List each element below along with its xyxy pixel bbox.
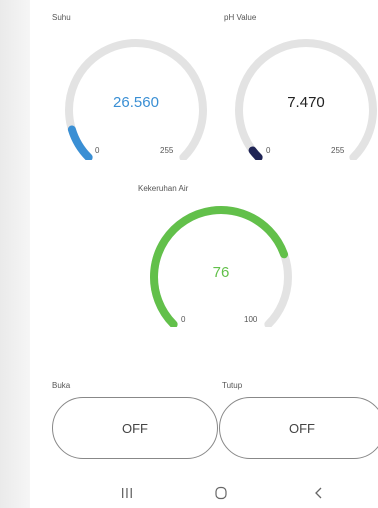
ph-max: 255 — [331, 146, 345, 155]
suhu-value: 26.560 — [113, 94, 159, 111]
tutup-state: OFF — [289, 420, 315, 436]
ph-label: pH Value — [224, 13, 257, 22]
recent-apps-icon[interactable] — [120, 486, 134, 500]
home-icon[interactable] — [214, 486, 228, 500]
side-shade — [0, 0, 30, 508]
ph-value: 7.470 — [287, 94, 325, 111]
suhu-min: 0 — [95, 146, 100, 155]
suhu-max: 255 — [160, 146, 174, 155]
back-icon[interactable] — [312, 486, 326, 500]
tutup-label: Tutup — [222, 381, 243, 390]
suhu-label: Suhu — [52, 13, 71, 22]
kekeruhan-max: 100 — [244, 315, 258, 324]
tutup-switch[interactable]: OFF — [219, 397, 378, 459]
kekeruhan-label: Kekeruhan Air — [138, 184, 189, 193]
buka-switch[interactable]: OFF — [52, 397, 218, 459]
suhu-gauge-fill — [67, 125, 93, 160]
kekeruhan-gauge — [150, 206, 292, 327]
buka-state: OFF — [122, 420, 148, 436]
kekeruhan-value: 76 — [212, 264, 230, 281]
buka-label: Buka — [52, 381, 71, 390]
system-nav-bar — [30, 478, 378, 508]
kekeruhan-min: 0 — [181, 315, 186, 324]
ph-min: 0 — [266, 146, 271, 155]
ph-gauge-fill — [248, 146, 263, 160]
